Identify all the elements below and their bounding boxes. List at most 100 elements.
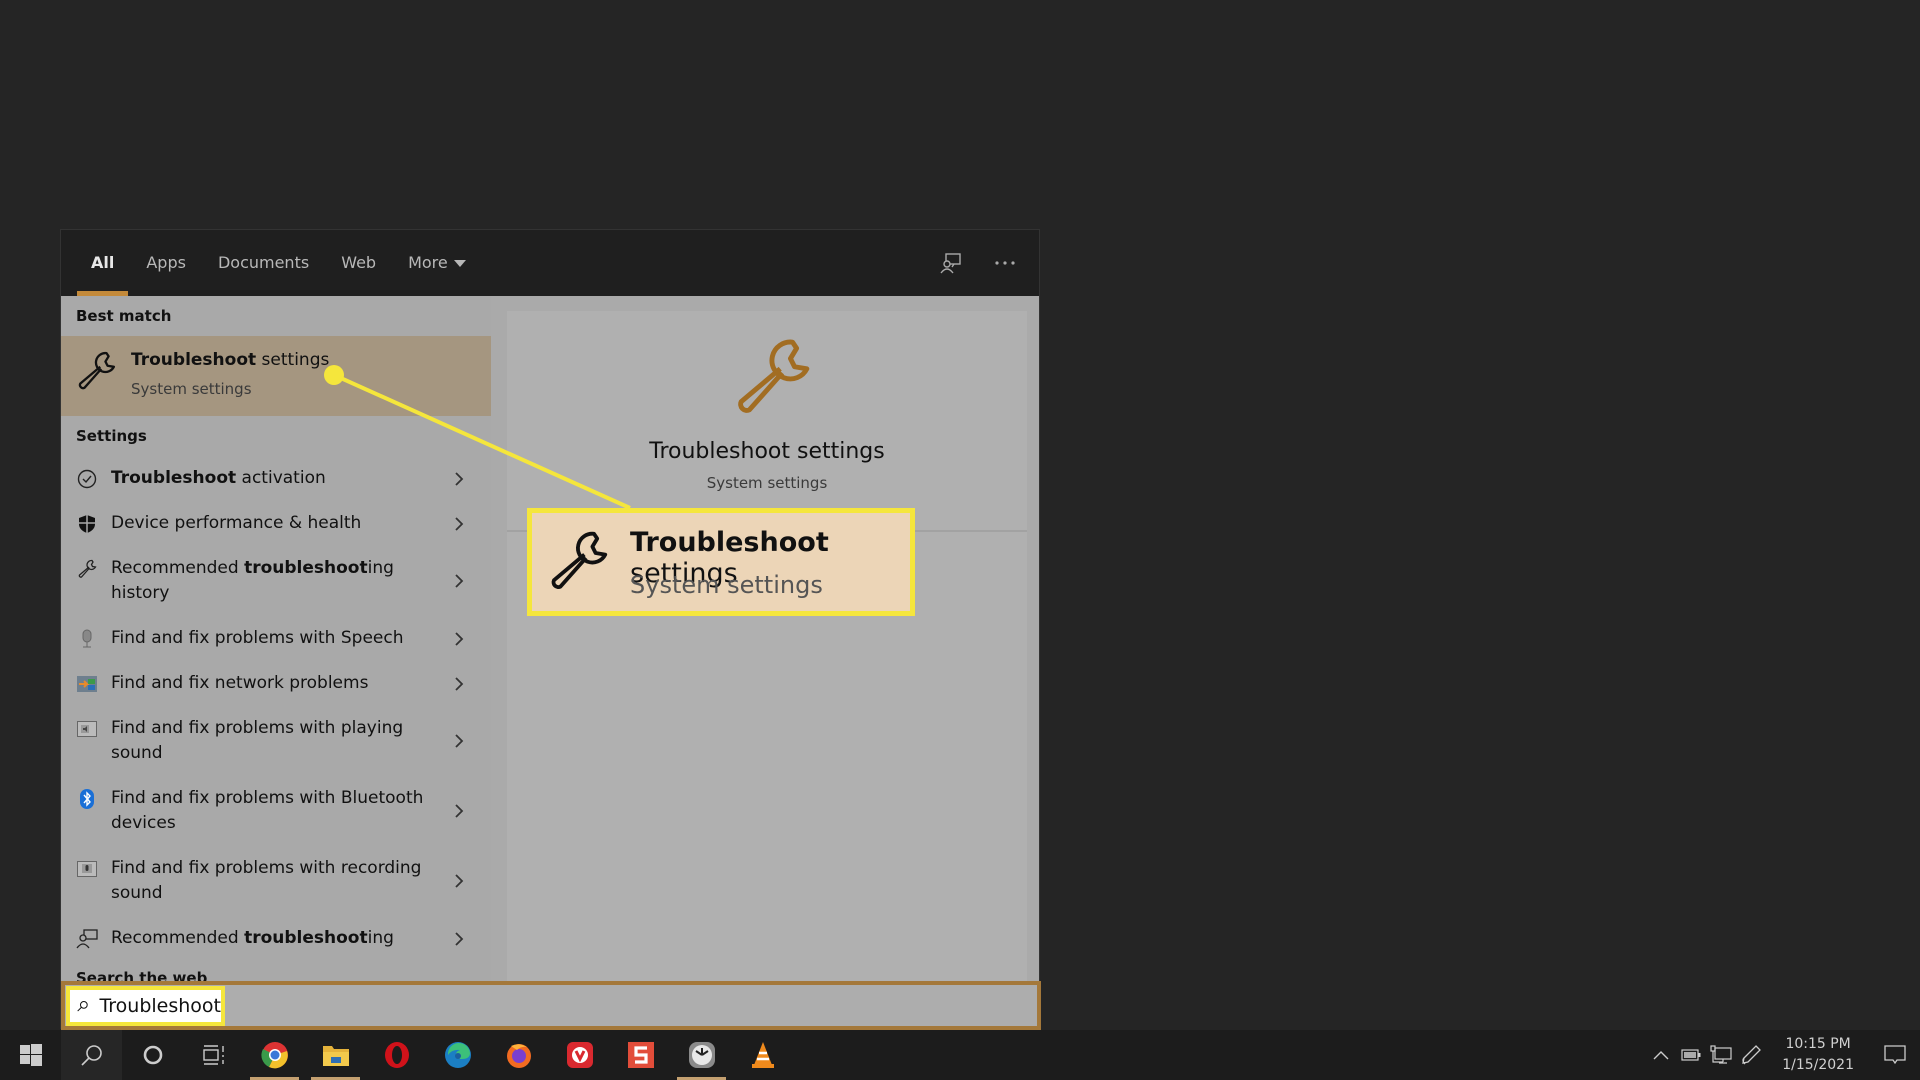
results-list: Best match Troubleshoot settings System … (61, 296, 491, 1030)
tab-more[interactable]: More (392, 230, 482, 296)
check-circle-icon (76, 468, 98, 490)
tab-apps[interactable]: Apps (130, 230, 202, 296)
chevron-right-icon (455, 931, 464, 946)
search-input[interactable]: Troubleshoot (66, 986, 225, 1026)
tab-label: More (408, 253, 448, 272)
result-label: Troubleshoot activation (111, 468, 326, 488)
action-center-button[interactable] (1870, 1030, 1920, 1080)
taskbar-app-clock[interactable] (671, 1030, 732, 1080)
taskbar-search-button[interactable] (61, 1030, 122, 1080)
best-match-subtitle: System settings (131, 380, 252, 398)
chevron-right-icon (455, 631, 464, 646)
tab-label: Apps (146, 253, 186, 272)
preview-title: Troubleshoot settings (649, 439, 885, 464)
chevron-right-icon (455, 874, 464, 888)
taskbar-app-chrome[interactable] (244, 1030, 305, 1080)
result-label: Recommended troubleshooting history (111, 558, 394, 603)
best-match-item[interactable]: Troubleshoot settings System settings (61, 336, 491, 416)
tab-all[interactable]: All (75, 230, 130, 296)
taskbar-app-file-explorer[interactable] (305, 1030, 366, 1080)
callout-box: Troubleshoot settings System settings (527, 508, 915, 616)
result-item[interactable]: Device performance & health (61, 501, 491, 546)
result-item[interactable]: Find and fix problems with Bluetooth dev… (61, 776, 491, 846)
result-label: Recommended troubleshooting (111, 928, 394, 948)
folder-icon (322, 1046, 349, 1066)
tab-web[interactable]: Web (325, 230, 392, 296)
taskbar-app-snagit[interactable] (610, 1030, 671, 1080)
result-label: Find and fix problems with Speech (111, 628, 404, 648)
taskbar-app-opera[interactable] (366, 1030, 427, 1080)
feedback-icon[interactable] (939, 251, 963, 275)
clock-time: 10:15 PM (1785, 1036, 1851, 1052)
vivaldi-icon (566, 1042, 593, 1068)
callout-subtitle: System settings (630, 571, 823, 599)
preview-subtitle: System settings (706, 474, 828, 492)
search-icon (77, 1001, 88, 1012)
chevron-right-icon (455, 734, 464, 748)
windows-logo-icon (19, 1044, 42, 1066)
search-value: Troubleshoot (99, 995, 221, 1017)
cortana-icon (143, 1045, 162, 1065)
show-hidden-icons-button[interactable] (1646, 1030, 1676, 1080)
tab-label: All (91, 253, 115, 272)
result-item[interactable]: Find and fix network problems (61, 661, 491, 706)
battery-button[interactable] (1676, 1030, 1706, 1080)
tab-label: Web (341, 253, 377, 272)
result-label: Find and fix network problems (111, 673, 369, 693)
taskbar-app-edge[interactable] (427, 1030, 488, 1080)
result-item[interactable]: Troubleshoot activation (61, 456, 491, 501)
settings-header: Settings (76, 427, 147, 445)
chevron-right-icon (455, 471, 464, 486)
chrome-icon (260, 1042, 288, 1069)
network-button[interactable] (1706, 1030, 1736, 1080)
bluetooth-icon (76, 788, 98, 810)
best-match-title: Troubleshoot settings (131, 350, 330, 370)
system-tray: 10:15 PM 1/15/2021 (1646, 1030, 1920, 1080)
result-label: Find and fix problems with recording sou… (111, 858, 422, 903)
task-view-button[interactable] (183, 1030, 244, 1080)
chevron-right-icon (455, 516, 464, 531)
result-label: Find and fix problems with Bluetooth dev… (111, 788, 424, 833)
pen-workspace-button[interactable] (1736, 1030, 1766, 1080)
chevron-right-icon (455, 804, 464, 818)
result-item[interactable]: Recommended troubleshooting history (61, 546, 491, 616)
opera-icon (384, 1042, 409, 1068)
network-wired-icon (1710, 1045, 1732, 1064)
chevron-right-icon (455, 574, 464, 588)
ellipsis-icon[interactable] (993, 251, 1017, 275)
search-icon (80, 1045, 102, 1066)
result-label: Device performance & health (111, 513, 362, 533)
cortana-button[interactable] (122, 1030, 183, 1080)
edge-icon (444, 1042, 471, 1068)
wrench-icon (78, 351, 116, 390)
start-button[interactable] (0, 1030, 61, 1080)
clock-date: 1/15/2021 (1782, 1057, 1854, 1073)
speaker-icon (76, 718, 98, 740)
taskbar: 10:15 PM 1/15/2021 (0, 1030, 1920, 1080)
taskbar-app-vlc[interactable] (732, 1030, 793, 1080)
vlc-icon (751, 1042, 774, 1068)
chevron-up-icon (1653, 1051, 1669, 1060)
preview-header: Troubleshoot settings System settings (507, 311, 1027, 532)
wrench-icon (738, 339, 810, 413)
shield-icon (76, 513, 98, 535)
caret-down-icon (453, 260, 466, 267)
taskbar-app-firefox[interactable] (488, 1030, 549, 1080)
preview-pane: Troubleshoot settings System settings (507, 311, 1027, 1030)
result-item[interactable]: Find and fix problems with Speech (61, 616, 491, 661)
result-item[interactable]: Find and fix problems with playing sound (61, 706, 491, 776)
network-icon (76, 673, 98, 695)
wrench-icon (551, 531, 608, 589)
person-feedback-icon (76, 928, 98, 950)
result-item[interactable]: Find and fix problems with recording sou… (61, 846, 491, 916)
taskbar-clock[interactable]: 10:15 PM 1/15/2021 (1766, 1034, 1870, 1076)
chevron-right-icon (455, 676, 464, 691)
taskbar-app-vivaldi[interactable] (549, 1030, 610, 1080)
result-label: Find and fix problems with playing sound (111, 718, 404, 763)
result-item[interactable]: Recommended troubleshooting (61, 916, 491, 961)
search-tabbar: All Apps Documents Web More (61, 230, 1039, 296)
recording-icon (76, 858, 98, 880)
pen-icon (1742, 1045, 1762, 1065)
firefox-icon (506, 1044, 531, 1068)
tab-documents[interactable]: Documents (202, 230, 325, 296)
